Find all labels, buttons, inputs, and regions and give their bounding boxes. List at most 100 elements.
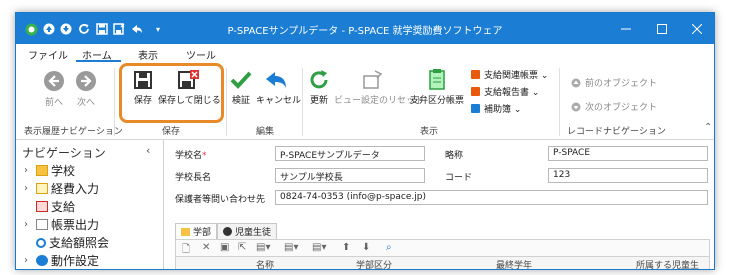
table-icon: [36, 201, 48, 212]
nav-item-school[interactable]: › 学校: [24, 162, 75, 179]
refresh-label: 更新: [309, 96, 328, 106]
folder-icon: [36, 165, 48, 176]
payment-division-label: 支弁区分帳票: [410, 96, 465, 106]
magnifier-icon: [36, 237, 46, 248]
nav-item-label: 動作設定: [51, 254, 100, 268]
expand-chevron-icon[interactable]: ›: [24, 255, 36, 266]
expand-chevron-icon[interactable]: ›: [24, 183, 36, 194]
collapse-ribbon-icon[interactable]: ⌃: [704, 122, 712, 133]
maximize-button[interactable]: [644, 13, 680, 44]
group-label-save: 保存: [162, 127, 181, 137]
refresh-green-icon: [310, 70, 328, 89]
payment-division-button[interactable]: 支弁区分帳票: [410, 68, 464, 106]
nav-title: ナビゲーション: [22, 146, 106, 160]
ribbon-separator: [114, 68, 115, 136]
principal-field[interactable]: サンプル学校長: [275, 168, 425, 183]
detail-tabs: 学部 児童生徒: [175, 223, 278, 239]
group-label-record-nav: レコードナビゲーション: [567, 127, 666, 137]
down-circle-icon: [571, 102, 581, 111]
verify-label: 検証: [231, 96, 250, 106]
expand-chevron-icon[interactable]: ›: [24, 219, 36, 230]
tab-label: 児童生徒: [235, 228, 272, 238]
history-forward-label: 次へ: [76, 98, 95, 108]
cancel-label: キャンセル: [256, 96, 302, 106]
copy-icon[interactable]: ▣: [220, 242, 229, 253]
contact-field[interactable]: 0824-74-0353 (info@p-space.jp): [275, 190, 708, 205]
detail-form: 学校名* P-SPACEサンプルデータ 略称 P-SPACE 学校長名 サンプル…: [165, 140, 714, 269]
back-arrow-icon: [44, 71, 64, 91]
minimize-button[interactable]: [608, 13, 644, 44]
group-label-edit: 編集: [256, 127, 275, 137]
nav-item-report[interactable]: › 帳票出力: [24, 216, 99, 233]
nav-item-settings[interactable]: › 動作設定: [24, 252, 99, 269]
reset-view-button[interactable]: ビュー設定のリセット: [334, 70, 425, 106]
school-name-label: 学校名*: [175, 151, 207, 161]
report-menu-label: 支給関連帳票 ⌄: [484, 71, 549, 81]
nav-item-payment[interactable]: 支給: [24, 198, 75, 215]
print-icon[interactable]: ▤▾: [256, 242, 270, 253]
school-name-field[interactable]: P-SPACEサンプルデータ: [275, 146, 425, 161]
ribbon-separator: [559, 68, 560, 136]
group-label-view: 表示: [420, 127, 439, 137]
app-window: ▾ P-SPACEサンプルデータ - P-SPACE 就学奨励費ソフトウェア フ…: [15, 12, 715, 270]
menu-view[interactable]: 表示: [138, 47, 158, 62]
abbrev-field[interactable]: P-SPACE: [548, 146, 708, 161]
folder-icon: [36, 183, 48, 194]
gear-icon: [36, 255, 48, 266]
column-header-department-type[interactable]: 学部区分: [356, 258, 392, 269]
nav-collapse-icon[interactable]: ‹: [146, 144, 150, 157]
grid-header: 名称 学部区分 最終学年 所属する児童生: [175, 257, 710, 269]
report-menu-dropdown[interactable]: 支給関連帳票 ⌄: [471, 68, 548, 81]
history-back-button[interactable]: 前へ: [41, 70, 67, 108]
report-icon[interactable]: ▤▾: [312, 242, 326, 253]
forward-arrow-icon: [76, 71, 96, 91]
column-header-students[interactable]: 所属する児童生: [636, 258, 699, 269]
nav-item-label: 学校: [51, 164, 76, 178]
payment-report-dropdown[interactable]: 支給報告書 ⌄: [471, 85, 539, 98]
code-field[interactable]: 123: [548, 168, 708, 183]
abbrev-label: 略称: [445, 151, 464, 161]
subsidy-label: 補助簿 ⌄: [484, 105, 522, 115]
column-header-name[interactable]: 名称: [256, 258, 274, 269]
up-circle-icon: [571, 78, 581, 87]
title-bar: ▾ P-SPACEサンプルデータ - P-SPACE 就学奨励費ソフトウェア: [16, 13, 714, 44]
delete-icon[interactable]: ✕: [202, 242, 210, 253]
nav-item-label: 支給: [51, 200, 76, 214]
column-header-final-grade[interactable]: 最終学年: [496, 258, 532, 269]
tab-department[interactable]: 学部: [175, 223, 218, 239]
prev-object-button[interactable]: 前のオブジェクト: [571, 76, 657, 89]
reset-view-icon: [363, 70, 383, 89]
grid-toolbar: 🗋 ✕ ▣ ⇱ ▤▾ ▤▾ ▤▾ ⬆ ⬇ ⌕: [175, 239, 710, 257]
tab-students[interactable]: 児童生徒: [217, 223, 278, 239]
document-icon: [36, 219, 48, 230]
close-button[interactable]: [679, 13, 714, 44]
payment-report-label: 支給報告書 ⌄: [484, 88, 540, 98]
menu-file[interactable]: ファイル: [28, 47, 68, 62]
subsidy-dropdown[interactable]: 補助簿 ⌄: [471, 102, 521, 115]
code-label: コード: [445, 173, 473, 183]
next-object-button[interactable]: 次のオブジェクト: [571, 100, 657, 113]
nav-item-inquiry[interactable]: 支給額照会: [24, 234, 109, 251]
nav-item-expense[interactable]: › 経費入力: [24, 180, 99, 197]
group-label-history: 表示履歴ナビゲーション: [24, 127, 123, 137]
verify-button[interactable]: 検証: [228, 70, 254, 106]
export-icon[interactable]: ▤▾: [284, 242, 298, 253]
refresh-button[interactable]: 更新: [307, 70, 331, 106]
expand-chevron-icon[interactable]: ›: [24, 165, 36, 176]
link-icon[interactable]: ⇱: [238, 242, 246, 253]
history-forward-button[interactable]: 次へ: [73, 70, 99, 108]
report-icon: [471, 87, 480, 96]
undo-arrow-icon: [266, 72, 286, 88]
principal-label: 学校長名: [175, 173, 212, 183]
ribbon-separator: [302, 68, 303, 136]
student-icon: [223, 227, 233, 236]
move-down-icon[interactable]: ⬇: [362, 242, 370, 253]
reset-view-label: ビュー設定のリセット: [334, 96, 425, 106]
cancel-button[interactable]: キャンセル: [256, 70, 302, 106]
save-group-highlight: [119, 63, 224, 123]
search-icon[interactable]: ⌕: [386, 242, 392, 253]
nav-item-label: 支給額照会: [49, 236, 110, 250]
nav-item-label: 帳票出力: [51, 218, 100, 232]
menu-tools[interactable]: ツール: [186, 47, 216, 62]
move-up-icon[interactable]: ⬆: [342, 242, 350, 253]
